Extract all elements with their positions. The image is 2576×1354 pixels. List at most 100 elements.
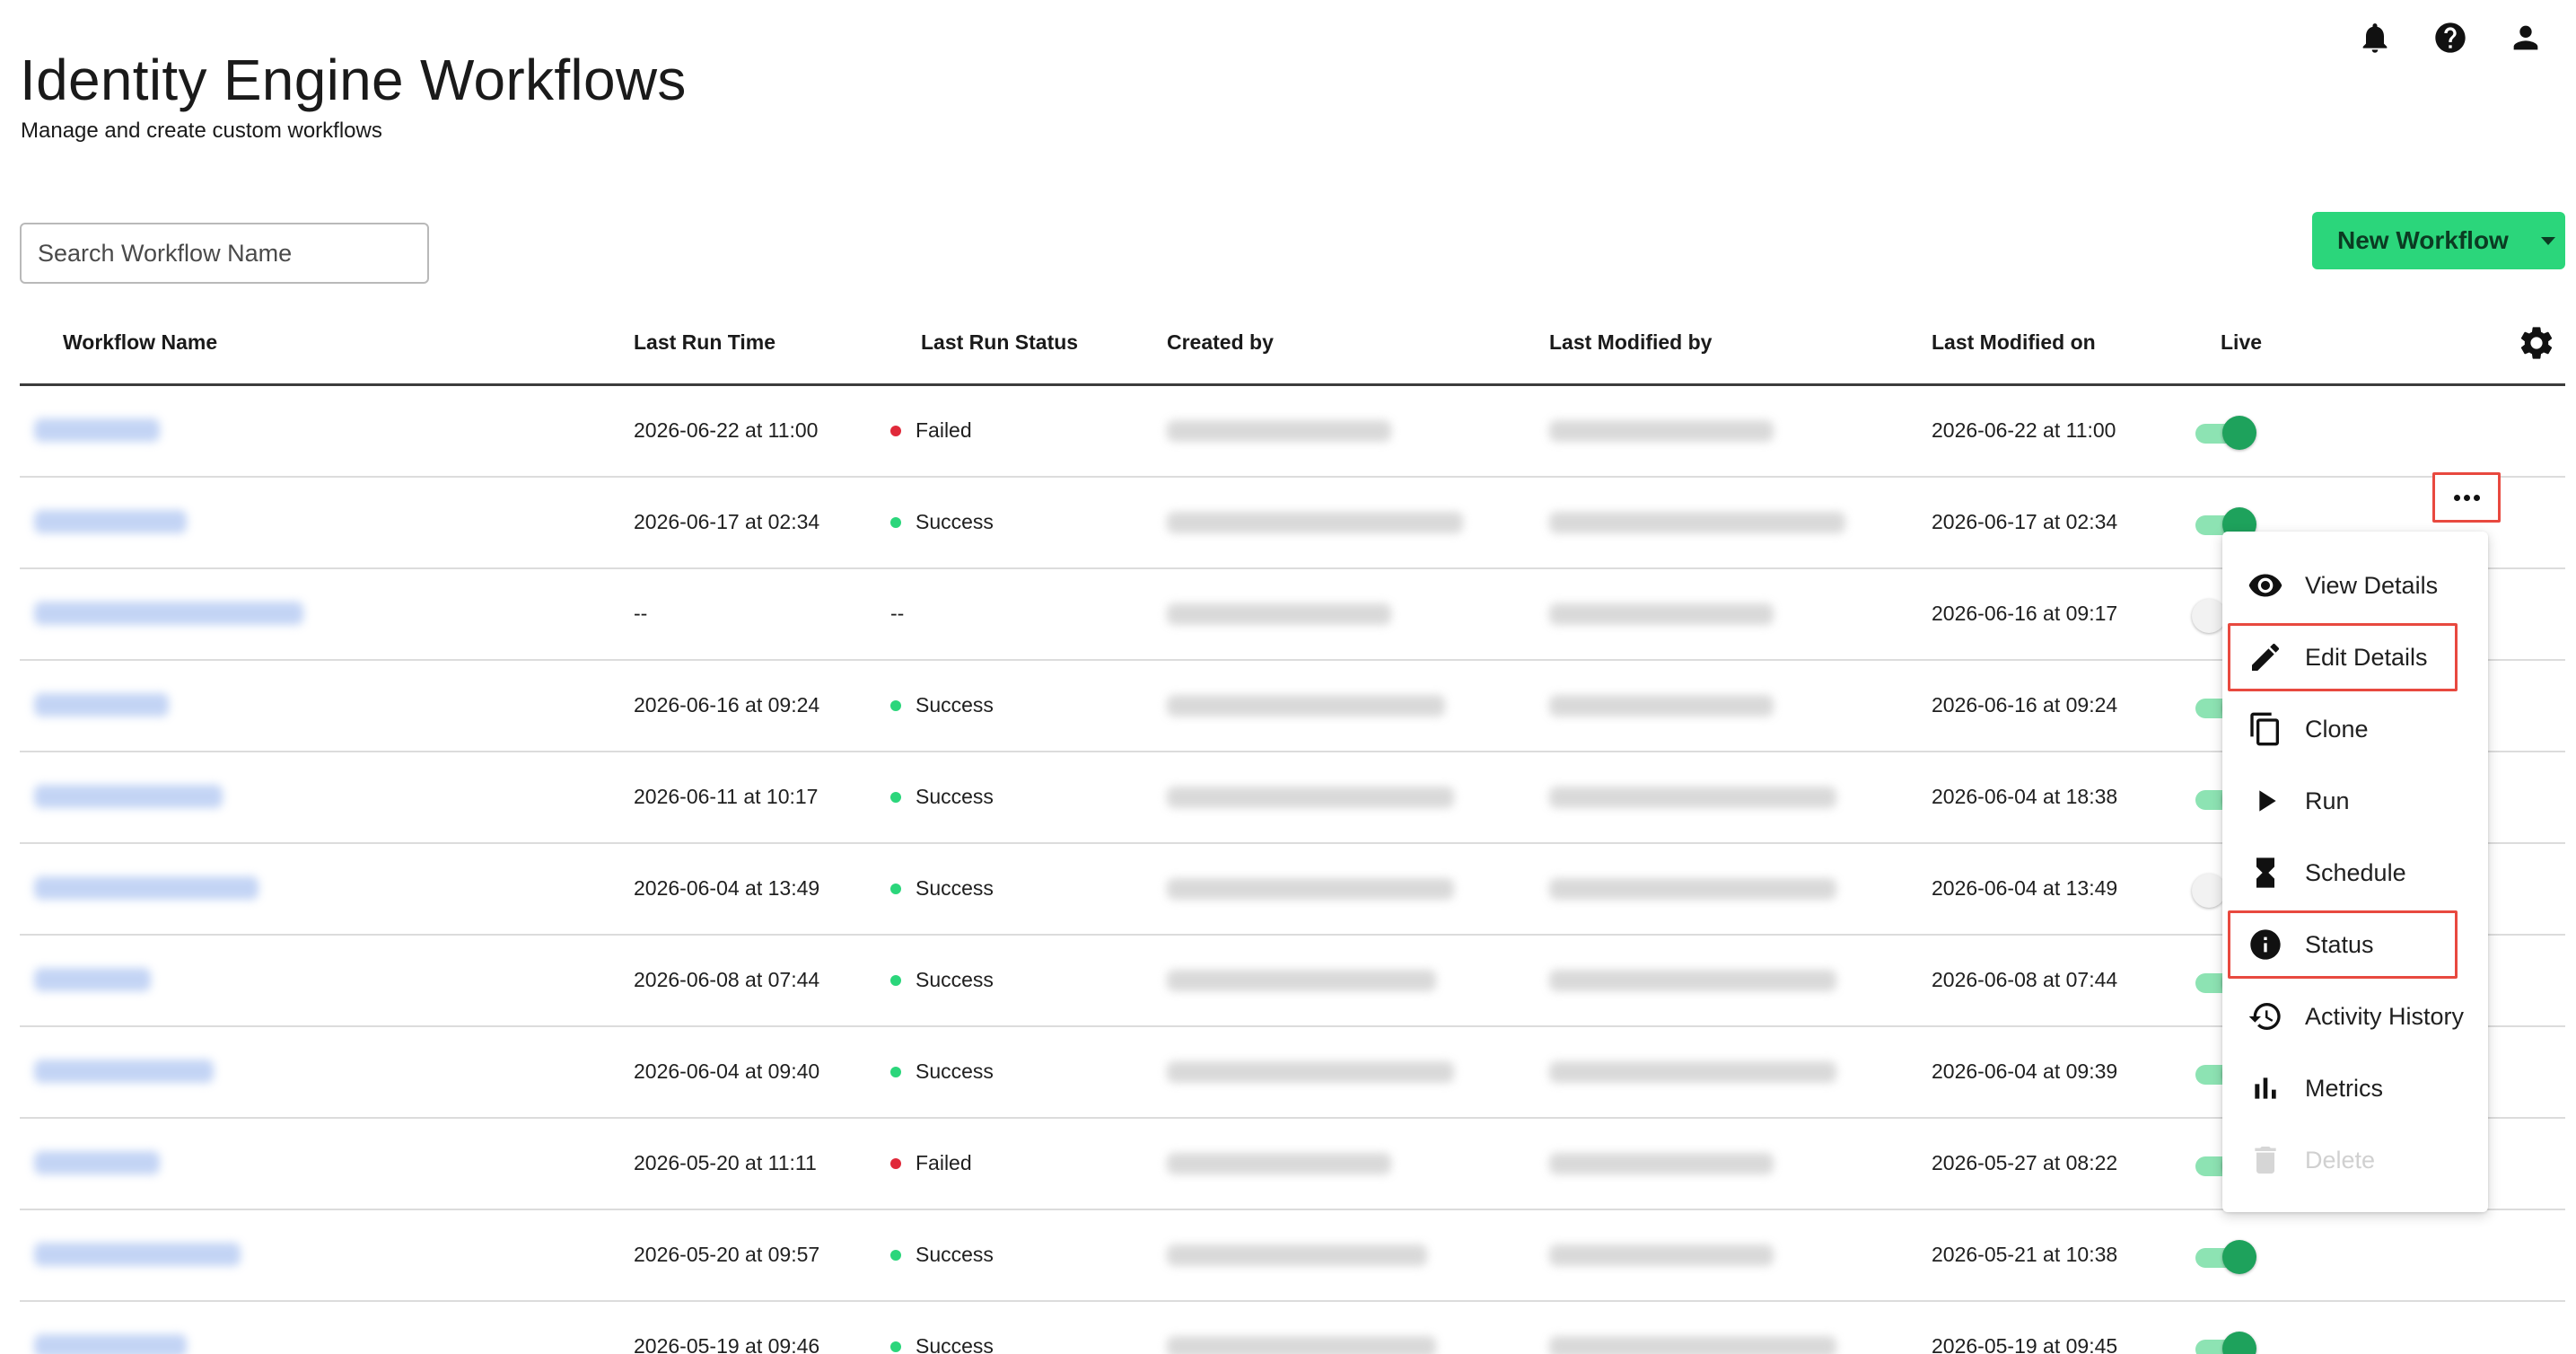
menu-item-label: Edit Details	[2305, 643, 2428, 671]
more-actions-button[interactable]	[2432, 472, 2501, 523]
last-run-time: 2026-06-22 at 11:00	[634, 418, 819, 442]
new-workflow-button[interactable]: New Workflow	[2312, 212, 2565, 269]
table-row[interactable]: 2026-06-16 at 09:24 Success 2026-06-16 at …	[20, 661, 2565, 752]
workflow-name-link[interactable]	[34, 1151, 160, 1174]
menu-item-metrics[interactable]: Metrics	[2222, 1052, 2488, 1124]
gear-icon[interactable]	[2517, 323, 2556, 363]
last-run-time: 2026-06-17 at 02:34	[634, 510, 820, 533]
menu-item-schedule[interactable]: Schedule	[2222, 837, 2488, 909]
status-dot-icon	[890, 1066, 901, 1077]
live-toggle[interactable]	[2192, 1239, 2256, 1275]
workflow-name-link[interactable]	[34, 1059, 214, 1083]
table-row[interactable]: 2026-06-11 at 10:17 Success 2026-06-04 at …	[20, 752, 2565, 844]
menu-item-activity-history[interactable]: Activity History	[2222, 980, 2488, 1052]
last-modified-by	[1549, 1153, 1774, 1174]
table-row[interactable]: 2026-06-08 at 07:44 Success 2026-06-08 at …	[20, 936, 2565, 1027]
table-row[interactable]: 2026-05-20 at 11:11 Failed 2026-05-27 at 0…	[20, 1119, 2565, 1210]
created-by	[1167, 970, 1436, 991]
column-header-last-run-status[interactable]: Last Run Status	[921, 330, 1078, 355]
workflow-name-link[interactable]	[34, 968, 151, 991]
table-row[interactable]: 2026-05-20 at 09:57 Success 2026-05-21 at …	[20, 1210, 2565, 1302]
menu-item-edit-details[interactable]: Edit Details	[2222, 621, 2488, 693]
bell-icon[interactable]	[2357, 20, 2393, 56]
last-run-status: Success	[890, 1334, 994, 1354]
last-run-time: 2026-06-16 at 09:24	[634, 693, 820, 717]
created-by	[1167, 1061, 1454, 1083]
workflow-name-link[interactable]	[34, 602, 303, 625]
last-run-status: Success	[890, 968, 994, 992]
last-modified-on: 2026-06-16 at 09:24	[1932, 693, 2118, 717]
table-row[interactable]: -- -- 2026-06-16 at 09:17	[20, 569, 2565, 661]
table-body: 2026-06-22 at 11:00 Failed 2026-06-22 at 1…	[20, 386, 2565, 1354]
column-header-last-modified-by[interactable]: Last Modified by	[1549, 330, 1712, 355]
column-header-created-by[interactable]: Created by	[1167, 330, 1274, 355]
dot-icon	[2473, 494, 2480, 501]
last-run-time: 2026-05-20 at 11:11	[634, 1151, 817, 1174]
last-modified-on: 2026-05-27 at 08:22	[1932, 1151, 2118, 1174]
table-row[interactable]: 2026-06-04 at 09:40 Success 2026-06-04 at …	[20, 1027, 2565, 1119]
toggle-knob	[2222, 1332, 2256, 1354]
help-icon[interactable]	[2432, 20, 2468, 56]
column-header-live: Live	[2221, 330, 2263, 354]
toggle-knob	[2222, 416, 2256, 450]
table-row[interactable]: 2026-05-19 at 09:46 Success 2026-05-19 at …	[20, 1302, 2565, 1354]
workflows-table: Workflow Name Last Run Time Last Run Sta…	[20, 305, 2565, 1354]
table-row[interactable]: 2026-06-04 at 13:49 Success 2026-06-04 at …	[20, 844, 2565, 936]
menu-item-label: Schedule	[2305, 858, 2406, 886]
status-dot-icon	[890, 516, 901, 528]
user-icon[interactable]	[2508, 20, 2544, 56]
menu-item-clone[interactable]: Clone	[2222, 693, 2488, 765]
topbar-icons	[2357, 20, 2544, 56]
dot-icon	[2453, 494, 2460, 501]
table-row[interactable]: 2026-06-22 at 11:00 Failed 2026-06-22 at 1…	[20, 386, 2565, 478]
last-modified-on: 2026-06-16 at 09:17	[1932, 602, 2118, 625]
status-dot-icon	[890, 1341, 901, 1352]
status-label: Success	[916, 1334, 994, 1354]
toggle-knob	[2222, 1240, 2256, 1274]
created-by	[1167, 787, 1454, 808]
live-toggle[interactable]	[2192, 415, 2256, 451]
workflow-name-link[interactable]	[34, 1334, 187, 1354]
live-toggle[interactable]	[2192, 1331, 2256, 1354]
created-by	[1167, 1336, 1436, 1354]
workflow-name-link[interactable]	[34, 418, 160, 442]
created-by	[1167, 878, 1454, 900]
status-dot-icon	[890, 425, 901, 436]
status-label: Success	[916, 876, 994, 900]
table-header: Workflow Name Last Run Time Last Run Sta…	[20, 305, 2565, 386]
last-run-time: --	[634, 602, 648, 625]
last-modified-by	[1549, 695, 1774, 717]
status-label: Success	[916, 510, 994, 533]
workflow-name-link[interactable]	[34, 785, 223, 808]
menu-item-label: Run	[2305, 787, 2350, 814]
workflow-name-link[interactable]	[34, 876, 258, 900]
toggle-knob	[2192, 599, 2226, 633]
menu-item-view-details[interactable]: View Details	[2222, 550, 2488, 621]
workflow-name-link[interactable]	[34, 510, 187, 533]
status-label: Success	[916, 1059, 994, 1083]
last-run-status: Success	[890, 1059, 994, 1084]
column-header-workflow-name[interactable]: Workflow Name	[63, 330, 217, 355]
created-by	[1167, 1153, 1391, 1174]
table-row[interactable]: 2026-06-17 at 02:34 Success 2026-06-17 at …	[20, 478, 2565, 569]
column-header-last-modified-on[interactable]: Last Modified on	[1932, 330, 2096, 355]
menu-item-label: Clone	[2305, 715, 2369, 743]
last-run-time: 2026-06-08 at 07:44	[634, 968, 820, 991]
last-modified-on: 2026-06-22 at 11:00	[1932, 418, 2116, 442]
last-run-status: Failed	[890, 1151, 972, 1175]
column-header-last-run-time[interactable]: Last Run Time	[634, 330, 775, 355]
menu-item-run[interactable]: Run	[2222, 765, 2488, 837]
status-label: Success	[916, 785, 994, 808]
last-modified-on: 2026-06-08 at 07:44	[1932, 968, 2118, 991]
workflow-name-link[interactable]	[34, 1243, 241, 1266]
menu-item-label: Activity History	[2305, 1002, 2465, 1030]
caret-down-icon[interactable]	[2540, 236, 2555, 245]
menu-item-status[interactable]: Status	[2222, 909, 2488, 980]
menu-item-label: Status	[2305, 930, 2374, 958]
workflow-name-link[interactable]	[34, 693, 169, 717]
last-modified-on: 2026-05-21 at 10:38	[1932, 1243, 2118, 1266]
status-label: Success	[916, 693, 994, 717]
search-input[interactable]	[20, 223, 429, 284]
status-dot-icon	[890, 699, 901, 711]
last-modified-on: 2026-06-04 at 09:39	[1932, 1059, 2118, 1083]
